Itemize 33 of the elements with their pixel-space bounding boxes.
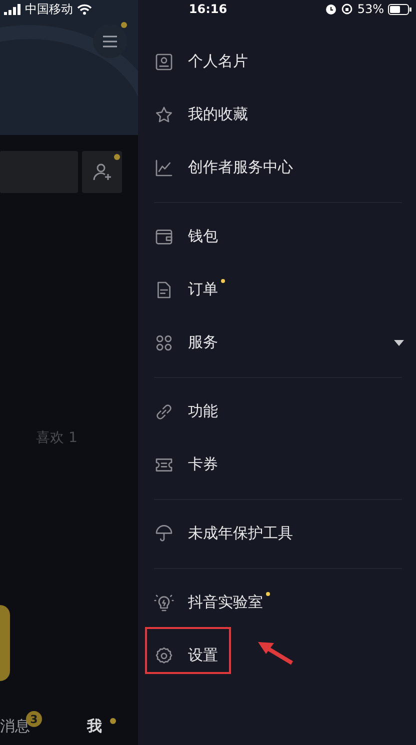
- battery-icon: [388, 4, 412, 14]
- chart-icon: [154, 158, 174, 178]
- menu-item[interactable]: 功能: [138, 385, 416, 438]
- menu-item[interactable]: 未成年保护工具: [138, 507, 416, 560]
- rotation-lock-icon: [341, 3, 354, 15]
- signal-icon: [4, 4, 21, 14]
- add-friend-button[interactable]: [82, 151, 122, 193]
- wifi-icon: [77, 4, 92, 14]
- add-person-icon: [92, 162, 112, 182]
- menu-item[interactable]: 卡券: [138, 438, 416, 491]
- id-card-icon: [154, 52, 174, 72]
- carrier-name: 中国移动: [25, 0, 73, 18]
- wallet-icon: [154, 226, 174, 246]
- grid-icon: [154, 332, 174, 352]
- umbrella-icon: [154, 524, 174, 544]
- menu-item[interactable]: 我的收藏: [138, 88, 416, 141]
- unread-count: 3: [26, 711, 42, 727]
- nav-tab[interactable]: 我: [87, 717, 102, 736]
- menu-item[interactable]: 设置: [138, 629, 416, 682]
- alarm-icon: [325, 3, 338, 15]
- battery-percentage: 53%: [357, 2, 384, 16]
- lightbulb-icon: [154, 592, 174, 612]
- menu-item[interactable]: 钱包: [138, 210, 416, 263]
- menu-item[interactable]: 个人名片: [138, 35, 416, 88]
- menu-icon: [102, 34, 118, 48]
- menu-item[interactable]: 服务: [138, 316, 416, 369]
- menu-item[interactable]: 订单: [138, 263, 416, 316]
- menu-item[interactable]: 抖音实验室: [138, 576, 416, 629]
- link-icon: [154, 402, 174, 422]
- clock-time: 16:16: [188, 2, 228, 16]
- settings-icon: [154, 646, 174, 666]
- star-icon: [154, 104, 174, 124]
- menu-item[interactable]: 创作者服务中心: [138, 141, 416, 194]
